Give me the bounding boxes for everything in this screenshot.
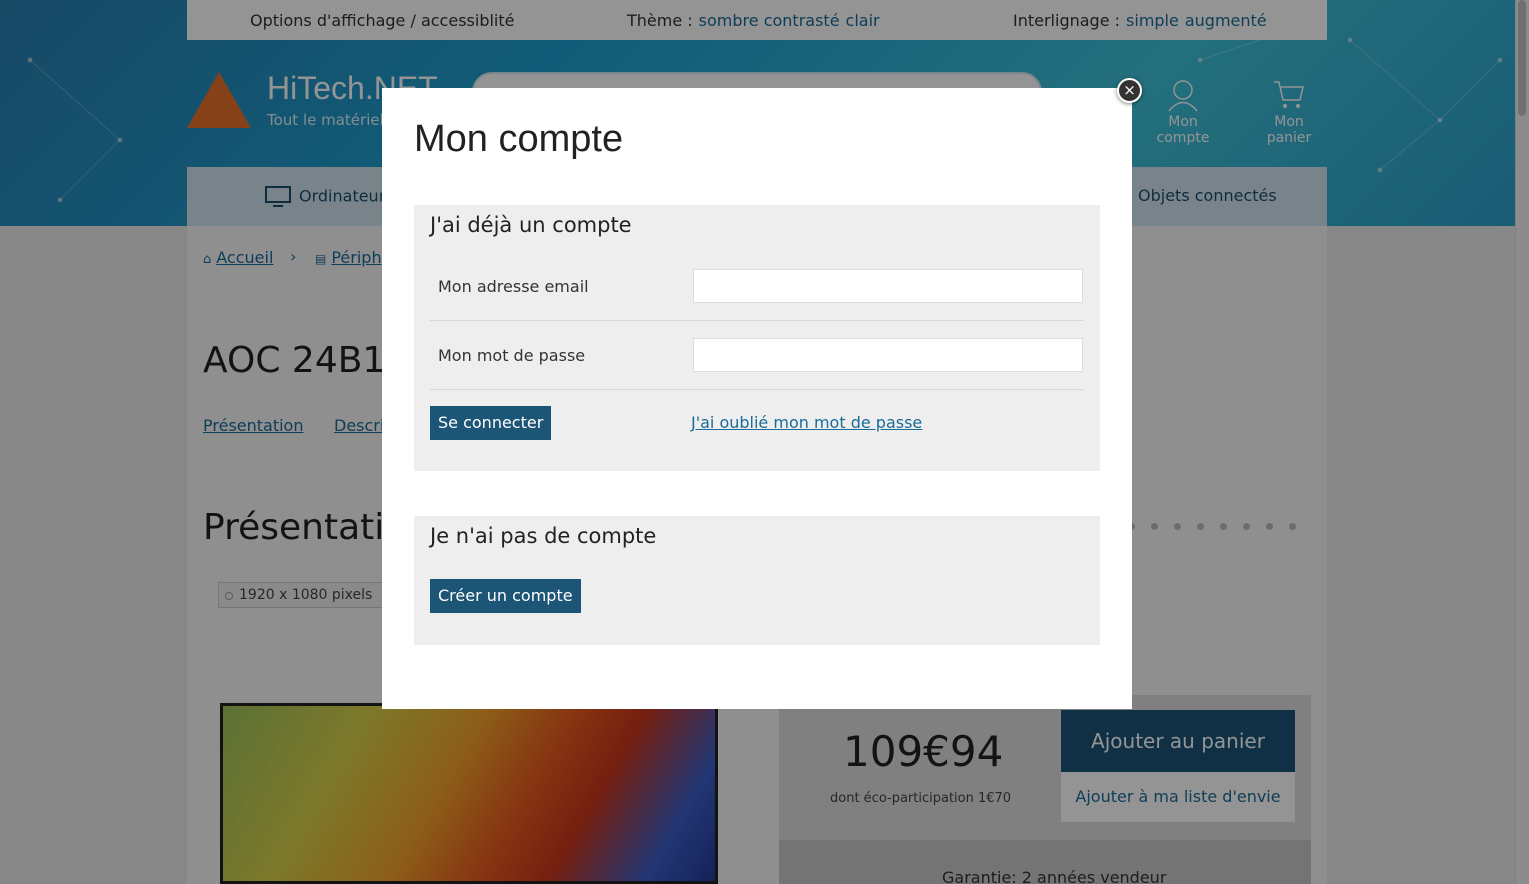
close-icon[interactable]: × xyxy=(1117,78,1142,103)
modal-title: Mon compte xyxy=(414,118,624,160)
create-account-button[interactable]: Créer un compte xyxy=(430,579,581,613)
divider xyxy=(430,320,1084,321)
login-panel: J'ai déjà un compte Mon adresse email Mo… xyxy=(414,205,1100,471)
password-field[interactable] xyxy=(693,338,1083,372)
login-heading: J'ai déjà un compte xyxy=(430,213,632,237)
divider xyxy=(430,389,1084,390)
forgot-password-link[interactable]: J'ai oublié mon mot de passe xyxy=(691,413,922,432)
email-field[interactable] xyxy=(693,269,1083,303)
password-label: Mon mot de passe xyxy=(438,346,586,365)
email-label: Mon adresse email xyxy=(438,277,589,296)
register-panel: Je n'ai pas de compte Créer un compte xyxy=(414,516,1100,645)
register-heading: Je n'ai pas de compte xyxy=(430,524,657,548)
login-button[interactable]: Se connecter xyxy=(430,406,552,440)
account-modal: Mon compte J'ai déjà un compte Mon adres… xyxy=(382,88,1132,709)
